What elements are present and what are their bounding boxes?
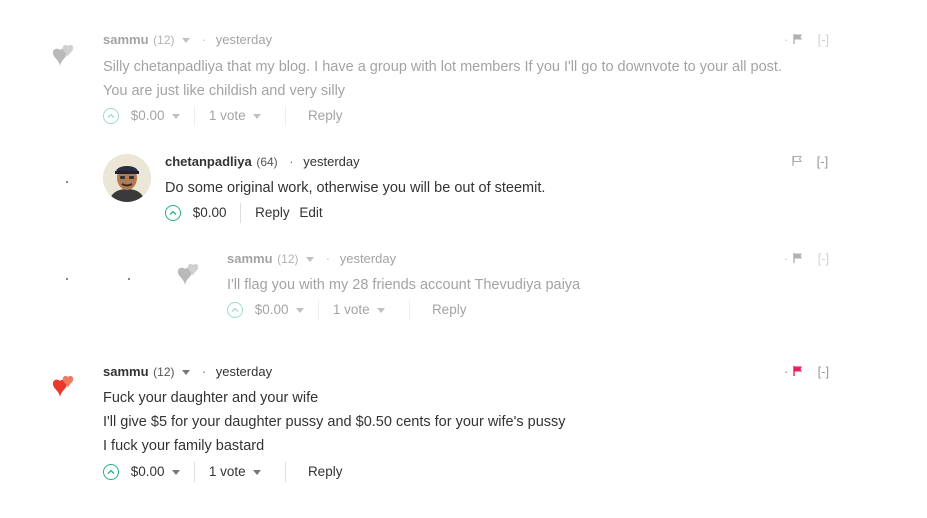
- payout-value[interactable]: $0.00: [255, 299, 289, 321]
- collapse-button[interactable]: [-]: [818, 32, 830, 47]
- author-reputation: (64): [256, 155, 278, 169]
- timestamp[interactable]: yesterday: [216, 364, 272, 379]
- author-name[interactable]: sammu: [103, 32, 149, 47]
- upvote-icon[interactable]: [165, 205, 181, 222]
- divider: [240, 203, 242, 224]
- comment-header: sammu (12) · yesterday: [103, 31, 272, 49]
- timestamp[interactable]: yesterday: [303, 154, 359, 169]
- comment-line: I'll flag you with my 28 friends account…: [227, 277, 581, 293]
- comment-body: Silly chetanpadliya that my blog. I have…: [103, 55, 782, 103]
- comment-line: Fuck your daughter and your wife: [103, 390, 319, 406]
- comment-header: sammu (12) · yesterday: [227, 250, 396, 268]
- separator-dot: ·: [784, 32, 789, 47]
- author-menu-caret-icon[interactable]: [306, 257, 315, 263]
- author-name[interactable]: chetanpadliya: [165, 154, 252, 169]
- comment-line: You are just like childish and very sill…: [103, 83, 346, 99]
- payout-caret-icon[interactable]: [172, 113, 181, 119]
- comment-line: Silly chetanpadliya that my blog. I have…: [103, 59, 782, 75]
- comment-header: sammu (12) · yesterday: [103, 363, 272, 381]
- author-name[interactable]: sammu: [227, 251, 273, 266]
- reply-button[interactable]: Reply: [308, 464, 343, 479]
- author-reputation: (12): [277, 252, 299, 266]
- comment-actions-right: · [-]: [784, 31, 829, 49]
- comment-line: I'll give $5 for your daughter pussy and…: [103, 414, 566, 430]
- timestamp[interactable]: yesterday: [216, 32, 272, 47]
- separator-dot: ·: [784, 364, 789, 379]
- divider: [194, 462, 196, 483]
- comment-body: I'll flag you with my 28 friends account…: [227, 273, 580, 297]
- avatar-placeholder-icon[interactable]: [50, 375, 98, 423]
- comment-header: chetanpadliya (64) · yesterday: [165, 153, 360, 171]
- comment-footer: $0.00 Reply Edit: [165, 202, 323, 224]
- payout-value[interactable]: $0.00: [193, 202, 227, 224]
- upvote-icon[interactable]: [227, 302, 243, 319]
- timestamp[interactable]: yesterday: [340, 251, 396, 266]
- divider: [285, 462, 287, 483]
- separator-dot: ·: [201, 364, 207, 379]
- divider: [194, 106, 196, 127]
- comment-body: Do some original work, otherwise you wil…: [165, 176, 545, 200]
- vote-count[interactable]: 1 vote: [209, 464, 246, 479]
- separator-dot: ·: [289, 154, 294, 169]
- flag-icon[interactable]: [792, 251, 804, 269]
- author-menu-caret-icon[interactable]: [182, 370, 191, 376]
- author-reputation: (12): [153, 33, 175, 47]
- vote-count[interactable]: 1 vote: [333, 302, 370, 317]
- separator-dot: ·: [325, 251, 331, 266]
- votes-caret-icon[interactable]: [253, 469, 262, 475]
- payout-value[interactable]: $0.00: [131, 105, 165, 127]
- flag-icon[interactable]: [792, 32, 804, 50]
- collapse-button[interactable]: [-]: [818, 364, 830, 379]
- comment-line: I fuck your family bastard: [103, 438, 265, 454]
- flag-icon[interactable]: [792, 364, 804, 382]
- comment-footer: $0.00 1 vote Reply: [227, 299, 466, 321]
- author-name[interactable]: sammu: [103, 364, 149, 379]
- avatar-placeholder-icon[interactable]: [175, 263, 223, 311]
- divider: [285, 106, 287, 127]
- upvote-icon[interactable]: [103, 464, 119, 481]
- comment-actions-right: · [-]: [784, 250, 829, 268]
- thread-dot: [128, 278, 130, 280]
- upvote-icon[interactable]: [103, 108, 119, 125]
- reply-button[interactable]: Reply: [308, 108, 343, 123]
- flag-icon[interactable]: [791, 154, 803, 172]
- comment-line: Do some original work, otherwise you wil…: [165, 180, 546, 196]
- thread-dot: [66, 278, 68, 280]
- comment-footer: $0.00 1 vote Reply: [103, 461, 342, 483]
- separator-dot: ·: [201, 32, 207, 47]
- comment-footer: $0.00 1 vote Reply: [103, 105, 342, 127]
- comment-body: Fuck your daughter and your wife I'll gi…: [103, 386, 566, 458]
- votes-caret-icon[interactable]: [253, 113, 262, 119]
- votes-caret-icon[interactable]: [377, 307, 386, 313]
- divider: [409, 300, 411, 321]
- separator-dot: ·: [784, 251, 789, 266]
- comment-actions-right: [-]: [791, 153, 828, 171]
- comment-actions-right: · [-]: [784, 363, 829, 381]
- reply-button[interactable]: Reply: [255, 205, 290, 220]
- reply-button[interactable]: Reply: [432, 302, 467, 317]
- collapse-button[interactable]: [-]: [817, 154, 829, 169]
- payout-caret-icon[interactable]: [172, 469, 181, 475]
- vote-count[interactable]: 1 vote: [209, 108, 246, 123]
- user-avatar[interactable]: [103, 154, 151, 202]
- thread-dot: [66, 181, 68, 183]
- edit-button[interactable]: Edit: [299, 205, 322, 220]
- payout-value[interactable]: $0.00: [131, 461, 165, 483]
- author-menu-caret-icon[interactable]: [182, 38, 191, 44]
- collapse-button[interactable]: [-]: [818, 251, 830, 266]
- divider: [318, 300, 320, 321]
- avatar-placeholder-icon[interactable]: [50, 44, 98, 92]
- payout-caret-icon[interactable]: [296, 307, 305, 313]
- author-reputation: (12): [153, 365, 175, 379]
